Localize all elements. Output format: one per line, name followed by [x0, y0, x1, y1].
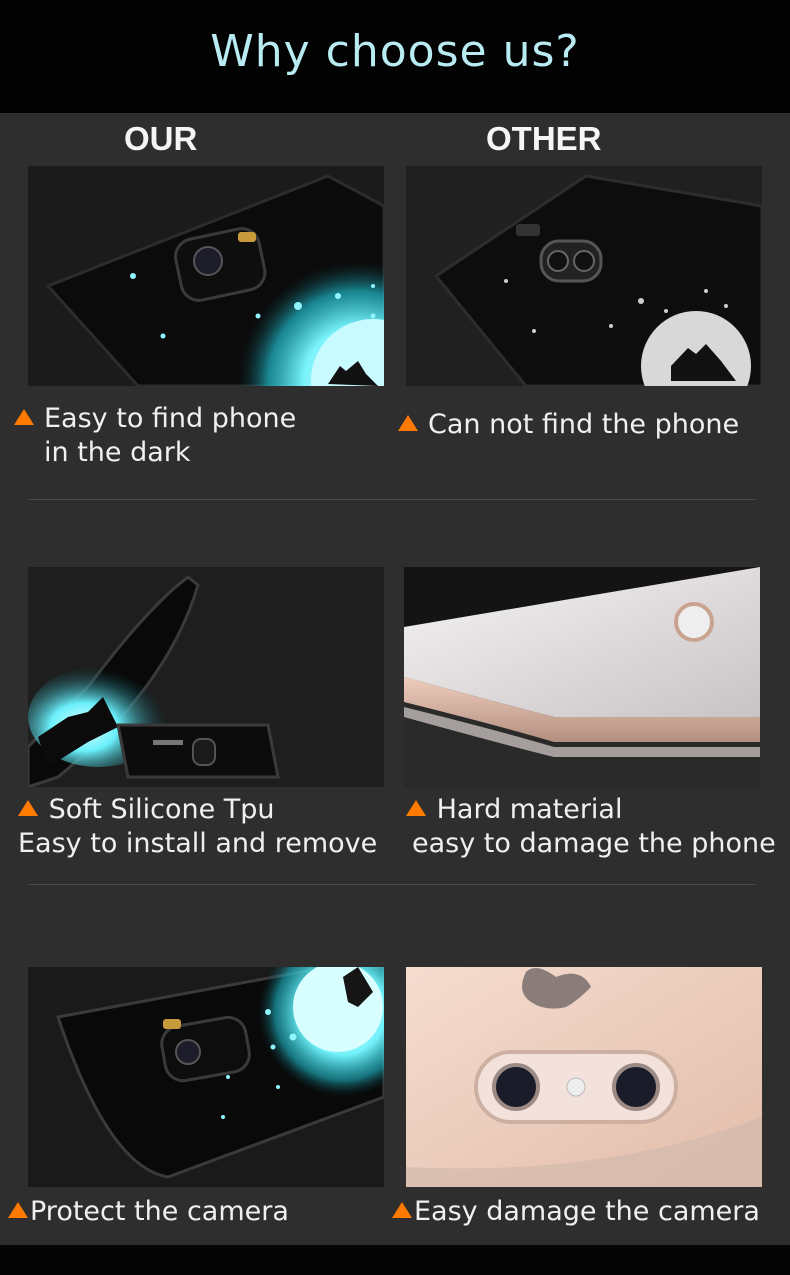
hard-case-image [404, 567, 760, 787]
caption-other-3: Easy damage the camera [392, 1195, 760, 1229]
caption-ours-2-line2: Easy to install and remove [18, 828, 378, 859]
caption-ours-1: Easy to find phone in the dark [14, 402, 296, 470]
exposed-camera-case-image [406, 967, 762, 1187]
soft-silicone-case-image [28, 567, 384, 787]
warning-triangle-icon [398, 414, 418, 431]
warning-triangle-icon [18, 799, 38, 816]
caption-ours-3: Protect the camera [8, 1195, 289, 1229]
caption-ours-3-line1: Protect the camera [30, 1196, 289, 1227]
camera-protection-case-image [28, 967, 384, 1187]
warning-triangle-icon [392, 1201, 412, 1218]
caption-ours-1-line1: Easy to find phone [44, 403, 297, 434]
non-glow-case-dark-image [406, 166, 762, 386]
glow-case-dark-image [28, 166, 384, 386]
warning-triangle-icon [14, 408, 34, 425]
footer-bar [0, 1245, 790, 1275]
caption-ours-2-line1: Soft Silicone Tpu [48, 794, 275, 825]
row-divider [28, 499, 756, 500]
page-title: Why choose us? [210, 26, 580, 77]
caption-ours-1-line2: in the dark [44, 437, 191, 468]
row-divider [28, 884, 756, 885]
column-header-other: OTHER [486, 120, 602, 157]
caption-other-2-line2: easy to damage the phone [412, 828, 776, 859]
caption-other-1: Can not find the phone [398, 408, 739, 442]
caption-other-1-line1: Can not find the phone [428, 409, 740, 440]
warning-triangle-icon [406, 799, 426, 816]
caption-ours-2: Soft Silicone Tpu Easy to install and re… [18, 793, 377, 861]
caption-other-2-line1: Hard material [436, 794, 623, 825]
column-header-ours: OUR [124, 120, 198, 157]
warning-triangle-icon [8, 1201, 28, 1218]
caption-other-2: Hard material easy to damage the phone [406, 793, 776, 861]
caption-other-3-line1: Easy damage the camera [414, 1196, 760, 1227]
